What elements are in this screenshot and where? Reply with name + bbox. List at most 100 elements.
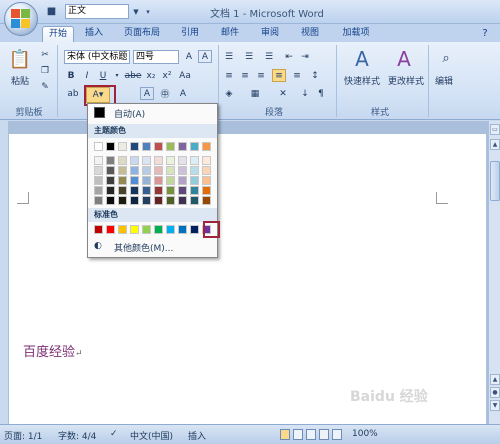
style-dropdown[interactable]: 正文 — [65, 4, 129, 19]
theme-tint-swatch[interactable] — [154, 166, 163, 175]
theme-color-swatch[interactable] — [154, 142, 163, 151]
customize-qat-icon[interactable]: ▾ — [143, 4, 153, 19]
theme-tint-swatch[interactable] — [202, 186, 211, 195]
theme-tint-swatch[interactable] — [190, 186, 199, 195]
clear-format-icon[interactable]: A — [198, 50, 212, 63]
proofing-icon[interactable]: ✓ — [110, 429, 118, 439]
theme-tint-swatch[interactable] — [130, 196, 139, 205]
numbering-icon[interactable]: ☰ — [242, 50, 256, 63]
theme-color-swatch[interactable] — [94, 142, 103, 151]
theme-tint-swatch[interactable] — [94, 166, 103, 175]
theme-tint-swatch[interactable] — [106, 186, 115, 195]
quick-styles-label[interactable]: 快速样式 — [340, 74, 384, 87]
theme-tint-swatch[interactable] — [154, 196, 163, 205]
change-styles-icon[interactable]: A — [390, 46, 418, 72]
align-left-icon[interactable]: ≡ — [222, 69, 236, 82]
standard-color-swatch[interactable] — [94, 225, 103, 234]
theme-tint-swatch[interactable] — [154, 156, 163, 165]
language-status[interactable]: 中文(中国) — [130, 429, 173, 442]
print-layout-icon[interactable] — [280, 429, 290, 440]
multilevel-list-icon[interactable]: ☰ — [262, 50, 276, 63]
standard-color-swatch[interactable] — [106, 225, 115, 234]
theme-tint-swatch[interactable] — [118, 186, 127, 195]
change-styles-label[interactable]: 更改样式 — [384, 74, 428, 87]
scroll-split-icon[interactable]: ▭ — [490, 124, 500, 135]
scroll-up-icon[interactable]: ▲ — [490, 139, 500, 150]
standard-color-swatch[interactable] — [118, 225, 127, 234]
theme-tint-swatch[interactable] — [94, 176, 103, 185]
theme-tint-swatch[interactable] — [94, 186, 103, 195]
borders-icon[interactable]: ▦ — [248, 87, 262, 100]
distributed-icon[interactable]: ≡ — [290, 69, 304, 82]
theme-tint-swatch[interactable] — [190, 196, 199, 205]
theme-tint-swatch[interactable] — [94, 196, 103, 205]
theme-tint-swatch[interactable] — [202, 166, 211, 175]
theme-tint-swatch[interactable] — [190, 166, 199, 175]
scroll-thumb[interactable] — [490, 161, 500, 201]
theme-tint-swatch[interactable] — [178, 176, 187, 185]
theme-tint-swatch[interactable] — [190, 156, 199, 165]
theme-tint-swatch[interactable] — [106, 176, 115, 185]
theme-tint-swatch[interactable] — [142, 166, 151, 175]
theme-tint-swatch[interactable] — [166, 166, 175, 175]
automatic-color-option[interactable]: 自动(A) — [88, 104, 217, 122]
change-case-icon[interactable]: Aa — [178, 69, 192, 82]
tab-references[interactable]: 引用 — [178, 26, 202, 42]
web-layout-icon[interactable] — [306, 429, 316, 440]
theme-color-swatch[interactable] — [190, 142, 199, 151]
grow-font-icon[interactable]: A — [182, 50, 196, 63]
tab-page-layout[interactable]: 页面布局 — [118, 26, 166, 42]
page-count[interactable]: 页面: 1/1 — [4, 429, 42, 442]
theme-tint-swatch[interactable] — [106, 196, 115, 205]
theme-tint-swatch[interactable] — [142, 186, 151, 195]
theme-tint-swatch[interactable] — [166, 196, 175, 205]
enclose-char-icon[interactable]: ㊥ — [158, 87, 172, 100]
theme-tint-swatch[interactable] — [118, 196, 127, 205]
word-count[interactable]: 字数: 4/4 — [58, 429, 96, 442]
outline-icon[interactable] — [319, 429, 329, 440]
theme-color-swatch[interactable] — [142, 142, 151, 151]
browse-object-icon[interactable]: ● — [490, 387, 500, 398]
theme-tint-swatch[interactable] — [202, 196, 211, 205]
theme-tint-swatch[interactable] — [142, 196, 151, 205]
theme-tint-swatch[interactable] — [178, 166, 187, 175]
increase-indent-icon[interactable]: ⇥ — [298, 50, 312, 63]
full-screen-icon[interactable] — [293, 429, 303, 440]
align-center-icon[interactable]: ≡ — [238, 69, 252, 82]
theme-tint-swatch[interactable] — [190, 176, 199, 185]
theme-tint-swatch[interactable] — [118, 166, 127, 175]
draft-icon[interactable] — [332, 429, 342, 440]
office-button[interactable] — [4, 2, 38, 36]
theme-color-swatch[interactable] — [202, 142, 211, 151]
underline-icon[interactable]: U — [96, 69, 110, 82]
theme-color-swatch[interactable] — [178, 142, 187, 151]
bold-icon[interactable]: B — [64, 69, 78, 82]
quick-styles-icon[interactable]: A — [348, 46, 376, 72]
paste-button-label[interactable]: 粘贴 — [6, 74, 34, 87]
vertical-scrollbar[interactable]: ▭ ▲ ▲ ● ▼ — [488, 121, 500, 424]
theme-tint-swatch[interactable] — [202, 156, 211, 165]
format-painter-icon[interactable]: ✎ — [38, 80, 52, 93]
theme-tint-swatch[interactable] — [166, 186, 175, 195]
theme-tint-swatch[interactable] — [142, 176, 151, 185]
theme-tint-swatch[interactable] — [154, 176, 163, 185]
theme-tint-swatch[interactable] — [118, 176, 127, 185]
theme-tint-swatch[interactable] — [202, 176, 211, 185]
theme-tint-swatch[interactable] — [142, 156, 151, 165]
bullets-icon[interactable]: ☰ — [222, 50, 236, 63]
tab-insert[interactable]: 插入 — [82, 26, 106, 42]
font-size-select[interactable]: 四号 — [133, 50, 179, 64]
standard-color-swatch[interactable] — [154, 225, 163, 234]
theme-tint-swatch[interactable] — [166, 176, 175, 185]
standard-color-swatch[interactable] — [178, 225, 187, 234]
zoom-level[interactable]: 100% — [352, 429, 378, 439]
editing-button-label[interactable]: 编辑 — [430, 74, 458, 87]
tab-review[interactable]: 审阅 — [258, 26, 282, 42]
style-dropdown-arrow-icon[interactable]: ▼ — [131, 4, 141, 19]
insert-mode[interactable]: 插入 — [188, 429, 206, 442]
theme-color-swatch[interactable] — [166, 142, 175, 151]
highlight-color-icon[interactable]: ab — [64, 87, 82, 100]
document-page[interactable] — [9, 134, 486, 424]
prev-page-icon[interactable]: ▲ — [490, 374, 500, 385]
theme-tint-swatch[interactable] — [94, 156, 103, 165]
